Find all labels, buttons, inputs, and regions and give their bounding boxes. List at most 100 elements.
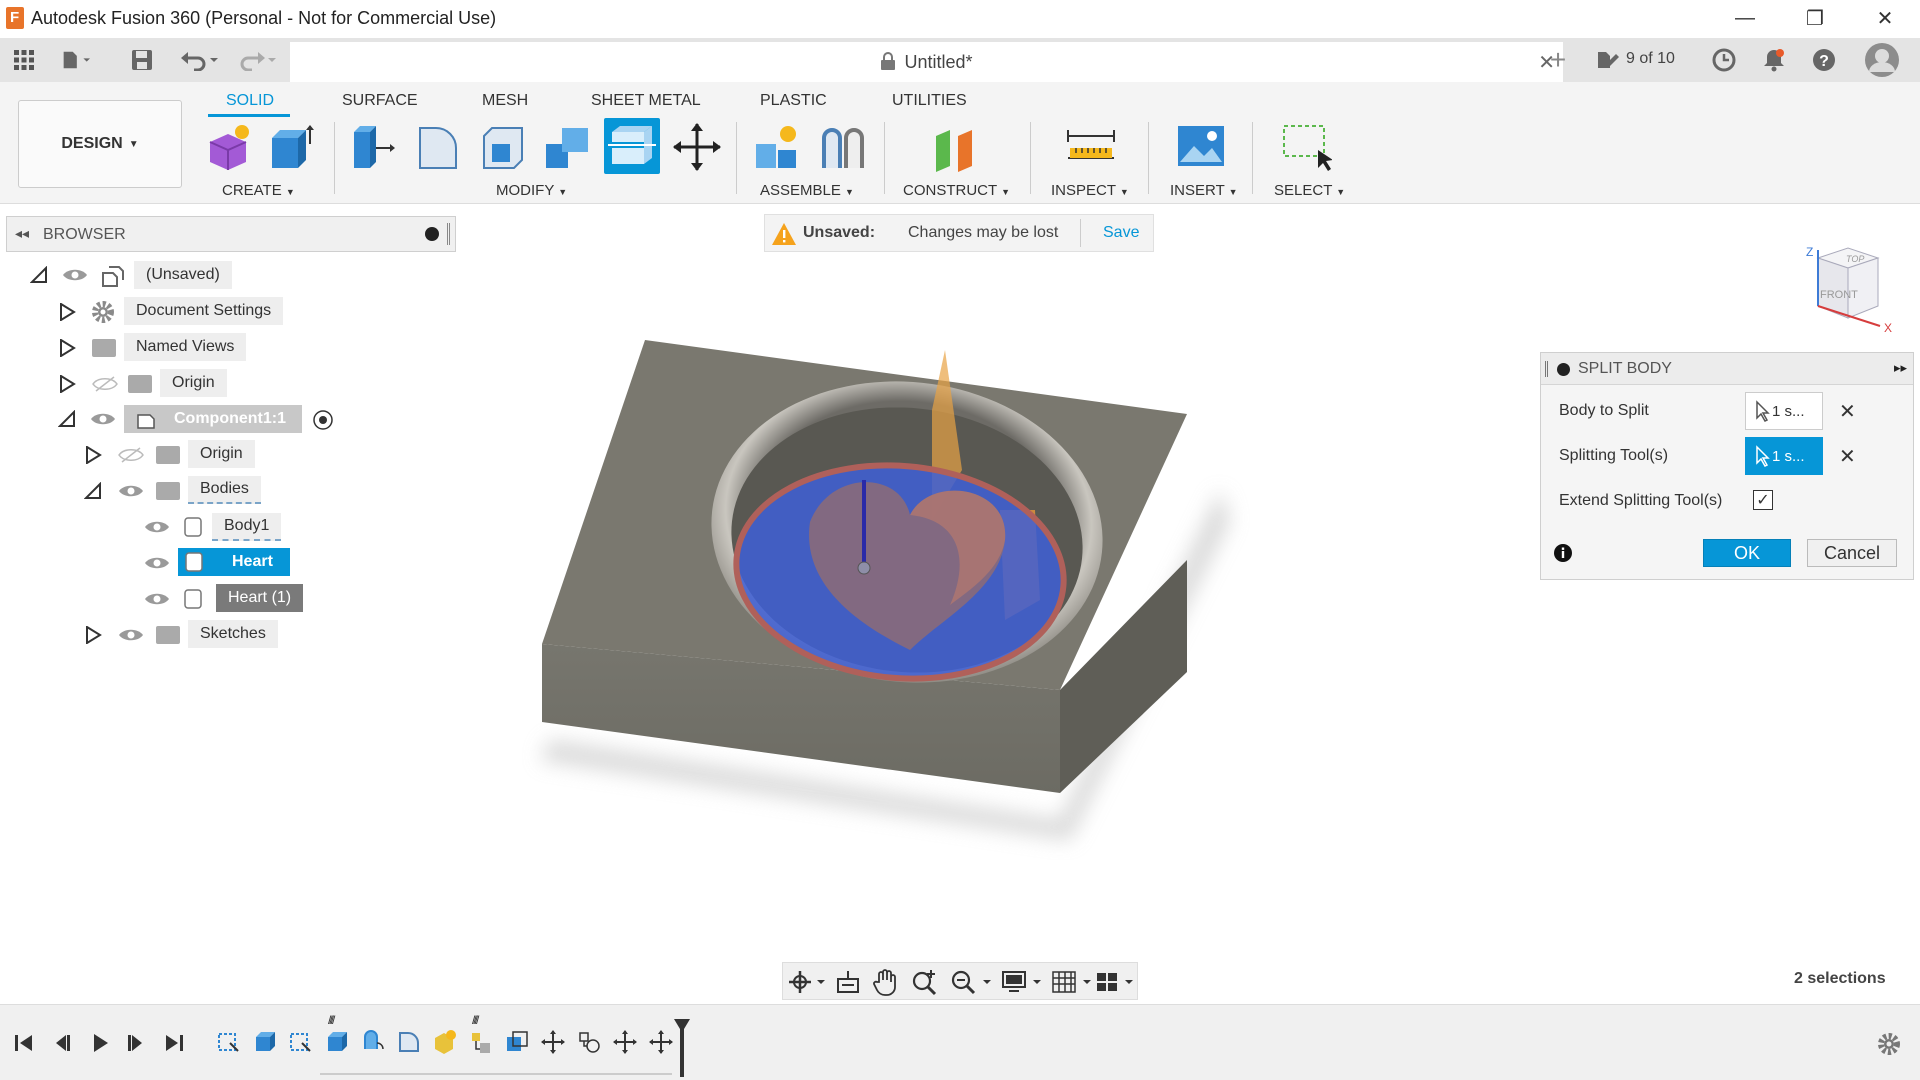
group-select[interactable]: SELECT ▼	[1274, 182, 1345, 199]
timeline-move-icon[interactable]	[612, 1029, 638, 1055]
browser-pin-icon[interactable]	[447, 223, 450, 245]
timeline-joint-icon[interactable]	[468, 1029, 494, 1055]
timeline-fillet-icon[interactable]	[396, 1029, 422, 1055]
minimize-button[interactable]: —	[1710, 0, 1780, 36]
save-icon[interactable]	[128, 46, 156, 74]
collapsed-triangle-icon[interactable]	[58, 375, 76, 393]
visibility-eye-icon[interactable]	[144, 519, 170, 535]
collapsed-triangle-icon[interactable]	[84, 446, 102, 464]
timeline-extrude-icon[interactable]	[324, 1029, 350, 1055]
collapsed-triangle-icon[interactable]	[84, 626, 102, 644]
group-insert[interactable]: INSERT ▼	[1170, 182, 1238, 199]
tab-surface[interactable]: SURFACE	[342, 92, 418, 110]
viewcube-front-face[interactable]	[1818, 258, 1848, 318]
job-status[interactable]: 9 of 10	[1596, 48, 1675, 70]
visibility-eye-icon[interactable]	[144, 591, 170, 607]
redo-icon[interactable]	[236, 46, 280, 74]
timeline-move-icon[interactable]	[648, 1029, 674, 1055]
new-component-icon[interactable]	[204, 122, 254, 172]
body-to-split-selector[interactable]: 1 s...	[1745, 392, 1823, 430]
browser-node-bodies[interactable]: Bodies	[188, 476, 261, 504]
timeline-sketch-icon[interactable]	[216, 1029, 242, 1055]
file-menu-icon[interactable]	[62, 46, 90, 74]
browser-node-sketches[interactable]: Sketches	[188, 620, 278, 648]
notification-bell-icon[interactable]	[1760, 46, 1788, 74]
model-viewport[interactable]	[500, 260, 1260, 860]
browser-node-document-settings[interactable]: Document Settings	[124, 297, 283, 325]
splitting-tools-selector[interactable]: 1 s...	[1745, 437, 1823, 475]
close-window-button[interactable]: ✕	[1850, 0, 1920, 36]
group-assemble[interactable]: ASSEMBLE ▼	[760, 182, 854, 199]
tab-plastic[interactable]: PLASTIC	[760, 92, 827, 110]
info-icon[interactable]	[1553, 543, 1573, 563]
collapsed-triangle-icon[interactable]	[58, 303, 76, 321]
group-create[interactable]: CREATE ▼	[222, 182, 295, 199]
clock-icon[interactable]	[1710, 46, 1738, 74]
visibility-eye-icon[interactable]	[62, 267, 88, 283]
expanded-triangle-icon[interactable]	[58, 410, 76, 428]
document-tab[interactable]: Untitled* ✕	[290, 42, 1563, 82]
timeline-scale-icon[interactable]	[504, 1029, 530, 1055]
viewcube-right-face[interactable]	[1848, 258, 1878, 318]
hidden-eye-icon[interactable]	[92, 376, 118, 392]
group-construct[interactable]: CONSTRUCT ▼	[903, 182, 1010, 199]
user-avatar[interactable]	[1864, 42, 1900, 78]
timeline-component-icon[interactable]	[432, 1029, 458, 1055]
dialog-header[interactable]: SPLIT BODY ▸▸	[1541, 353, 1913, 385]
tab-mesh[interactable]: MESH	[482, 92, 528, 110]
workspace-switcher-button[interactable]: DESIGN ▼	[18, 100, 182, 188]
browser-node-body1[interactable]: Body1	[212, 513, 281, 541]
extend-splitting-tools-checkbox[interactable]: ✓	[1753, 490, 1773, 510]
fit-zoom-icon[interactable]	[949, 968, 993, 996]
expand-dialog-icon[interactable]: ▸▸	[1894, 360, 1907, 376]
visibility-eye-icon[interactable]	[118, 483, 144, 499]
viewcube[interactable]: TOP FRONT Z X	[1798, 238, 1898, 338]
group-inspect[interactable]: INSPECT ▼	[1051, 182, 1129, 199]
activate-component-icon[interactable]	[312, 409, 334, 431]
go-to-end-icon[interactable]	[162, 1031, 186, 1055]
save-link[interactable]: Save	[1103, 224, 1139, 242]
cancel-button[interactable]: Cancel	[1807, 539, 1897, 567]
collapse-browser-icon[interactable]: ◂◂	[15, 225, 29, 242]
browser-node-named-views[interactable]: Named Views	[124, 333, 246, 361]
fillet-icon[interactable]	[414, 122, 464, 172]
step-forward-icon[interactable]	[124, 1031, 148, 1055]
browser-node-origin[interactable]: Origin	[160, 369, 227, 397]
browser-minimize-icon[interactable]	[425, 227, 439, 241]
expanded-triangle-icon[interactable]	[30, 266, 48, 284]
hidden-eye-icon[interactable]	[118, 447, 144, 463]
combine-icon[interactable]	[542, 122, 592, 172]
restore-button[interactable]: ❐	[1780, 0, 1850, 36]
drag-handle-icon[interactable]	[1545, 361, 1548, 377]
display-settings-icon[interactable]	[1001, 969, 1045, 995]
ok-button[interactable]: OK	[1703, 539, 1791, 567]
visibility-eye-icon[interactable]	[90, 411, 116, 427]
look-at-icon[interactable]	[835, 969, 861, 995]
tab-solid[interactable]: SOLID	[226, 92, 274, 110]
visibility-eye-icon[interactable]	[144, 555, 170, 571]
extrude-icon[interactable]	[266, 122, 316, 172]
tab-utilities[interactable]: UTILITIES	[892, 92, 967, 110]
orbit-icon[interactable]	[787, 969, 827, 995]
timeline-revolve-icon[interactable]	[360, 1029, 386, 1055]
browser-node-root[interactable]: (Unsaved)	[134, 261, 232, 289]
go-to-start-icon[interactable]	[12, 1031, 36, 1055]
browser-node-origin-child[interactable]: Origin	[188, 440, 255, 468]
browser-node-component[interactable]: Component1:1	[124, 405, 302, 433]
window-select-icon[interactable]	[1282, 122, 1332, 172]
timeline-align-icon[interactable]	[576, 1029, 602, 1055]
group-modify[interactable]: MODIFY ▼	[496, 182, 567, 199]
browser-node-heart-1[interactable]: Heart (1)	[216, 584, 303, 612]
play-icon[interactable]	[88, 1031, 112, 1055]
zoom-icon[interactable]	[911, 968, 939, 996]
collapsed-triangle-icon[interactable]	[58, 339, 76, 357]
new-tab-icon[interactable]: +	[1544, 46, 1572, 74]
undo-icon[interactable]	[178, 46, 222, 74]
tab-sheet-metal[interactable]: SHEET METAL	[591, 92, 701, 110]
clear-tool-selection-button[interactable]: ✕	[1839, 444, 1856, 469]
offset-plane-icon[interactable]	[930, 122, 980, 172]
timeline-marker[interactable]	[672, 1019, 692, 1077]
press-pull-icon[interactable]	[348, 122, 398, 172]
viewports-icon[interactable]	[1095, 969, 1139, 995]
shell-icon[interactable]	[478, 122, 528, 172]
